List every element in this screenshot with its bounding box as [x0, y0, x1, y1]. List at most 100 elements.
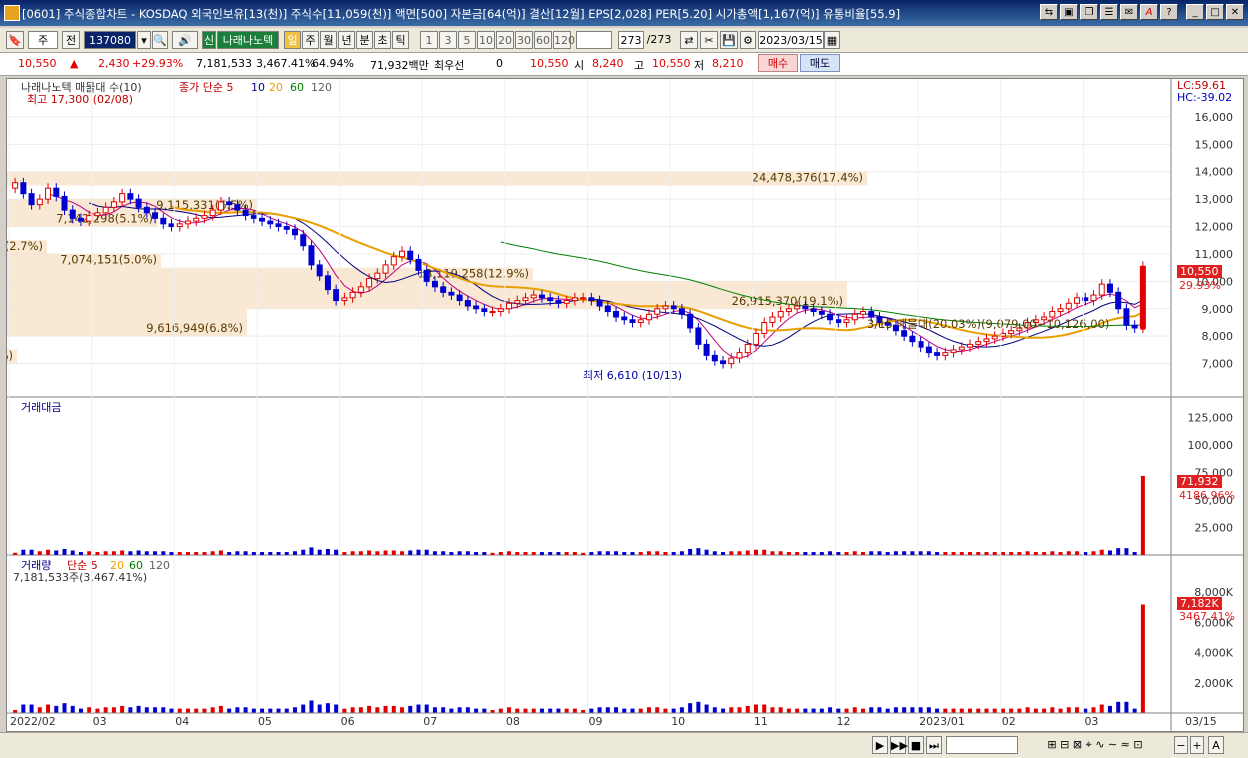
interval-button[interactable]: 5 — [458, 31, 476, 49]
sell-button[interactable]: 매도 — [800, 54, 840, 72]
gear-icon[interactable]: ⚙ — [740, 31, 756, 49]
period-button[interactable]: 초 — [374, 31, 391, 49]
dropdown-icon[interactable]: ▾ — [137, 31, 151, 49]
scissors-icon[interactable]: ✂ — [700, 31, 718, 49]
interval-button[interactable]: 1 — [420, 31, 438, 49]
font-icon[interactable]: A — [1140, 4, 1158, 20]
amount-bar — [383, 550, 388, 555]
tool-icon[interactable]: ⇄ — [680, 31, 698, 49]
candle-body — [20, 182, 27, 195]
tool-icons[interactable]: ⊞ ⊟ ⊠ ⌖ ∿ ∼ ≈ ⊡ — [1020, 736, 1170, 754]
interval-button[interactable]: 3 — [439, 31, 457, 49]
calc-icon[interactable]: ▣ — [1060, 4, 1078, 20]
interval-button[interactable]: 20 — [496, 31, 514, 49]
candle-body — [975, 341, 982, 345]
end-icon[interactable]: ⏭ — [926, 736, 942, 754]
chart-area[interactable]: 나래나노텍 매물대 수(10) 종가 단순 5 10 20 60 120 최고 … — [0, 78, 1244, 732]
maximize-button[interactable]: □ — [1206, 4, 1224, 20]
price-tick-label: 7,000 — [1202, 358, 1234, 371]
scroll-slider[interactable] — [946, 736, 1018, 754]
interval-button[interactable]: 60 — [534, 31, 552, 49]
volume-bar — [902, 707, 907, 713]
period-button[interactable]: 년 — [338, 31, 355, 49]
bookmark-icon[interactable]: 🔖 — [6, 31, 24, 49]
candle-body — [613, 311, 620, 318]
amount-bar — [243, 551, 248, 555]
mode-select[interactable]: 주 — [28, 31, 58, 49]
amount-bar — [745, 550, 750, 555]
volume-bar — [605, 707, 610, 713]
candle-body — [259, 217, 266, 222]
interval-select[interactable] — [576, 31, 612, 49]
volume-bar — [268, 708, 273, 713]
buy-button[interactable]: 매수 — [758, 54, 798, 72]
candle-body — [720, 360, 727, 365]
prev-button[interactable]: 전 — [62, 31, 80, 49]
stock-name[interactable]: 나래나노텍 — [217, 31, 279, 49]
interval-button[interactable]: 120 — [553, 31, 575, 49]
speaker-icon[interactable]: 🔊 — [172, 31, 198, 49]
quote-pref-label: 최우선 — [434, 59, 465, 72]
price-tick-label: 15,000 — [1195, 138, 1234, 151]
amount-bar — [177, 552, 182, 555]
candle-body — [45, 187, 52, 200]
stop-icon[interactable]: ■ — [908, 736, 924, 754]
stock-code-input[interactable]: 137080 — [84, 31, 136, 49]
zoom-out-icon[interactable]: − — [1174, 736, 1188, 754]
amount-bar — [721, 552, 726, 555]
volume-bar — [951, 708, 956, 713]
mail-icon[interactable]: ✉ — [1120, 4, 1138, 20]
period-button[interactable]: 분 — [356, 31, 373, 49]
period-button[interactable]: 틱 — [392, 31, 409, 49]
amount-bar — [935, 552, 940, 555]
amount-bar — [803, 552, 808, 555]
search-icon[interactable]: 🔍 — [152, 31, 168, 49]
interval-button[interactable]: 30 — [515, 31, 533, 49]
amount-bar — [877, 551, 882, 555]
price-tick-label: 16,000 — [1195, 111, 1234, 124]
volume-bar — [539, 708, 544, 713]
text-icon[interactable]: A — [1208, 736, 1224, 754]
close-button[interactable]: ✕ — [1226, 4, 1244, 20]
volume-bar — [161, 707, 166, 713]
candle-body — [802, 305, 809, 310]
amount-bar — [260, 552, 265, 555]
window-icon[interactable]: ❐ — [1080, 4, 1098, 20]
minimize-button[interactable]: _ — [1186, 4, 1204, 20]
amount-bar — [959, 552, 964, 555]
amount-bar — [646, 551, 651, 555]
count-input[interactable]: 273 — [618, 31, 644, 49]
candle-body — [555, 300, 562, 304]
amount-bar — [638, 552, 643, 555]
fast-forward-icon[interactable]: ▶▶ — [890, 736, 908, 754]
volume-bar — [243, 707, 248, 713]
amount-bar — [1140, 475, 1145, 555]
calendar-icon[interactable]: ▦ — [824, 31, 840, 49]
amount-bar — [202, 552, 207, 555]
play-icon[interactable]: ▶ — [872, 736, 888, 754]
date-input[interactable]: 2023/03/15 — [758, 31, 824, 49]
candle-body — [563, 300, 570, 304]
amount-bar — [465, 551, 470, 555]
volume-bar — [342, 708, 347, 713]
volume-bar — [523, 708, 528, 713]
help-icon[interactable]: ? — [1160, 4, 1178, 20]
candle-body — [366, 278, 373, 288]
link-icon[interactable]: ⇆ — [1040, 4, 1058, 20]
save-icon[interactable]: 💾 — [720, 31, 738, 49]
chart-svg[interactable]: 나래나노텍 매물대 수(10) 종가 단순 5 10 20 60 120 최고 … — [0, 79, 1243, 731]
period-button[interactable]: 주 — [302, 31, 319, 49]
volume-bar — [441, 707, 446, 713]
zoom-in-icon[interactable]: + — [1190, 736, 1204, 754]
volume-bar — [704, 704, 709, 713]
interval-button[interactable]: 10 — [477, 31, 495, 49]
amount-bar — [169, 552, 174, 555]
candle-body — [860, 311, 866, 315]
list-icon[interactable]: ☰ — [1100, 4, 1118, 20]
period-button[interactable]: 일 — [284, 31, 301, 49]
amount-bar — [13, 552, 18, 555]
amount-bar — [852, 551, 857, 555]
volume-bar — [498, 708, 503, 713]
period-button[interactable]: 월 — [320, 31, 337, 49]
volume-bar — [128, 707, 133, 713]
